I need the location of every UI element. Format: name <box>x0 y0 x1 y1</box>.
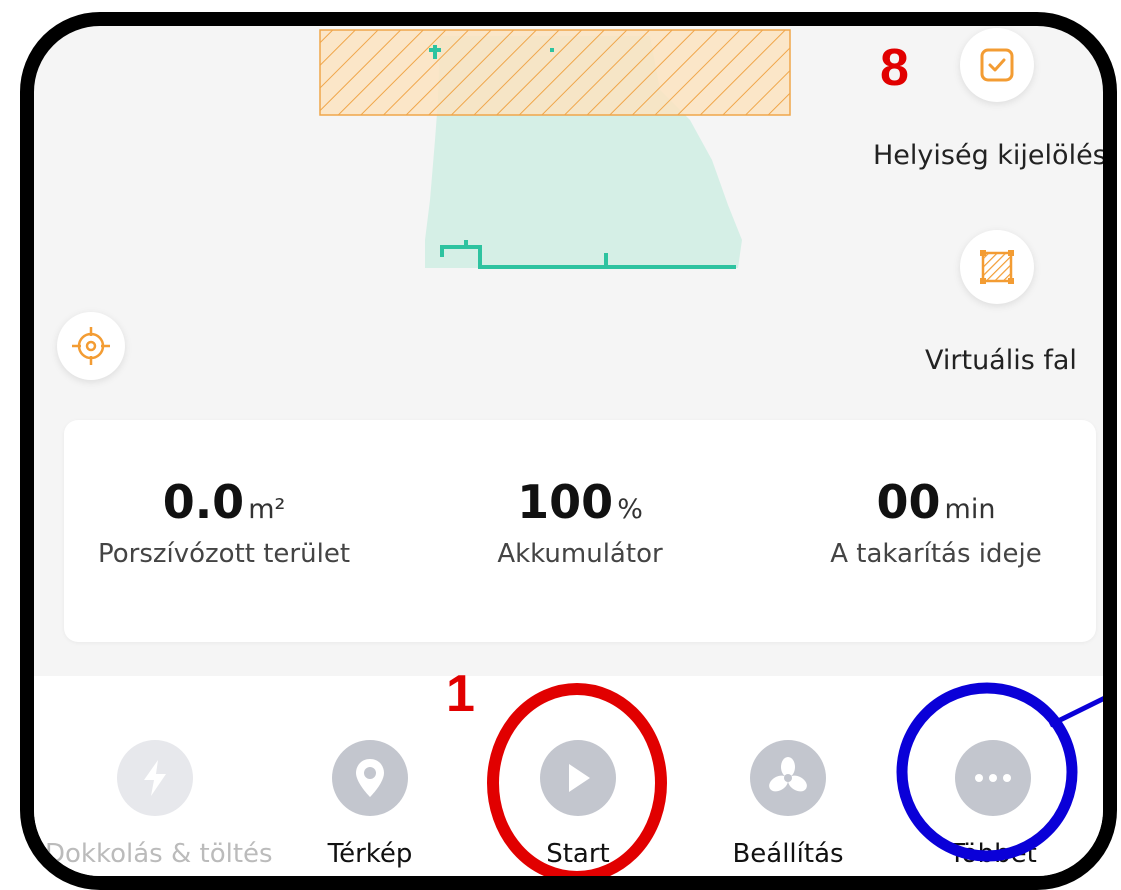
nav-more[interactable]: Többet <box>883 740 1103 869</box>
play-icon <box>540 740 616 816</box>
stat-unit: % <box>617 494 643 525</box>
stat-unit: min <box>944 494 996 525</box>
room-select-icon <box>980 48 1014 82</box>
nav-label: Többet <box>949 839 1037 869</box>
virtual-wall-icon <box>980 250 1014 284</box>
nav-start[interactable]: Start <box>468 740 688 869</box>
crosshair-icon <box>72 327 110 365</box>
nav-label: Beállítás <box>732 839 844 869</box>
nav-label: Start <box>546 839 610 869</box>
virtual-wall-label: Virtuális fal <box>925 345 1077 376</box>
nav-settings[interactable]: Beállítás <box>678 740 898 869</box>
phone-frame: 8 Helyiség kijelölés Virtuális fal 0.0 m… <box>20 12 1117 890</box>
stat-cleaning-time: 00 min A takarítás ideje <box>776 475 1096 569</box>
stat-value: 100 <box>517 475 614 529</box>
more-icon <box>955 740 1031 816</box>
room-select-button[interactable] <box>960 28 1034 102</box>
stat-label: Akkumulátor <box>497 539 663 569</box>
nav-label: Dokkolás & töltés <box>45 839 273 869</box>
dock-charge-icon <box>117 740 193 816</box>
annotation-number-1: 1 <box>446 665 475 723</box>
stat-battery: 100 % Akkumulátor <box>420 475 740 569</box>
stat-unit: m² <box>248 494 286 525</box>
map-pin-icon <box>332 740 408 816</box>
stat-label: Porszívózott terület <box>97 539 351 569</box>
app-screen: 8 Helyiség kijelölés Virtuális fal 0.0 m… <box>34 26 1107 876</box>
bottom-nav: Dokkolás & töltés Térkép Start Beállítás… <box>34 676 1103 876</box>
room-select-label: Helyiség kijelölés <box>873 140 1107 171</box>
stat-label: A takarítás ideje <box>830 539 1042 569</box>
nav-label: Térkép <box>327 839 413 869</box>
locate-robot-button[interactable] <box>57 312 125 380</box>
stat-value: 0.0 <box>162 475 245 529</box>
nav-dock-charge[interactable]: Dokkolás & töltés <box>45 740 273 869</box>
stats-card: 0.0 m² Porszívózott terület 100 % Akkumu… <box>64 420 1096 642</box>
fan-icon <box>750 740 826 816</box>
virtual-wall-button[interactable] <box>960 230 1034 304</box>
nav-map[interactable]: Térkép <box>260 740 480 869</box>
stat-cleaned-area: 0.0 m² Porszívózott terület <box>64 475 384 569</box>
annotation-number-8: 8 <box>880 39 909 97</box>
stat-value: 00 <box>876 475 941 529</box>
